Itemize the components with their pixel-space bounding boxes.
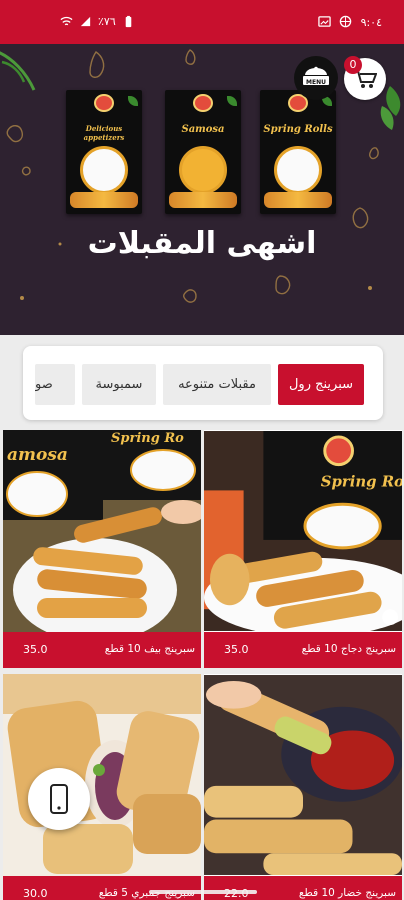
call-button[interactable] [28, 768, 90, 830]
signal-icon [80, 16, 91, 27]
product-price: 30.0 [23, 887, 48, 900]
brand-logo [193, 94, 213, 112]
product-image: amosa Spring Ro [3, 430, 201, 632]
svg-text:Spring Ro: Spring Ro [111, 431, 184, 446]
product-name: سبرينج دجاج 10 قطع [301, 643, 396, 655]
phone-icon [50, 784, 68, 814]
wifi-icon [60, 16, 73, 26]
box-label: Samosa [181, 124, 225, 135]
battery-icon [125, 15, 132, 28]
box-label: Spring Rolls [263, 124, 333, 135]
product-price: 35.0 [23, 643, 48, 656]
product-card[interactable]: amosa Spring Ro سبرينج بيف 10 قطع 35.0 [3, 430, 201, 668]
svg-text:amosa: amosa [7, 445, 68, 465]
category-mixed-appetizers[interactable]: مقبلات متنوعه [163, 364, 271, 405]
hero-title: اشهى المقبلات [87, 226, 317, 261]
menu-label: MENU [306, 79, 326, 86]
product-info-bar: سبرينج خضار 10 قطع 22.0 [204, 876, 402, 900]
hero-banner: Spring Rolls Samosa Delicious appetizers… [0, 44, 404, 335]
status-bar: ٩:٠٤ ٪٧٦ [0, 0, 404, 44]
gallery-icon [318, 16, 331, 27]
cart-count-badge: 0 [344, 56, 362, 74]
home-indicator[interactable] [149, 890, 257, 894]
globe-icon [339, 15, 352, 28]
category-sauces[interactable]: صو [35, 364, 75, 405]
category-samosa[interactable]: سمبوسة [82, 364, 156, 405]
product-name: سبرينج خضار 10 قطع [298, 887, 396, 899]
status-time: ٩:٠٤ [360, 16, 382, 29]
app-screen: ٩:٠٤ ٪٧٦ Spring Rolls Samosa Delicious a… [0, 0, 404, 900]
product-image [3, 674, 201, 876]
product-image [204, 675, 402, 875]
product-box-samosa: Samosa [165, 90, 241, 214]
product-card[interactable]: سبرينج خضار 10 قطع 22.0 [204, 674, 402, 900]
product-info-bar: سبرينج جمبري 5 قطع 30.0 [3, 876, 201, 900]
product-name: سبرينج بيف 10 قطع [104, 643, 195, 655]
category-tabs: سبرينج رول مقبلات متنوعه سمبوسة صو [23, 346, 383, 420]
product-image: Spring Rolls [204, 431, 402, 632]
svg-text:Spring Rolls: Spring Rolls [321, 472, 402, 490]
box-label: Delicious appetizers [83, 124, 125, 142]
battery-percent: ٪٧٦ [98, 15, 116, 28]
product-box-spring-rolls: Spring Rolls [260, 90, 336, 214]
product-price: 35.0 [224, 643, 249, 656]
product-box-appetizers: Delicious appetizers [66, 90, 142, 214]
brand-logo [94, 94, 114, 112]
product-card[interactable]: Spring Rolls سبرينج دجاج 10 قطع 35.0 [204, 430, 402, 668]
category-spring-rolls[interactable]: سبرينج رول [278, 364, 364, 405]
menu-button[interactable]: MENU [294, 56, 338, 100]
product-info-bar: سبرينج بيف 10 قطع 35.0 [3, 632, 201, 668]
menu-icon [303, 66, 329, 85]
herb-leaves-left [0, 51, 36, 91]
product-info-bar: سبرينج دجاج 10 قطع 35.0 [204, 632, 402, 668]
